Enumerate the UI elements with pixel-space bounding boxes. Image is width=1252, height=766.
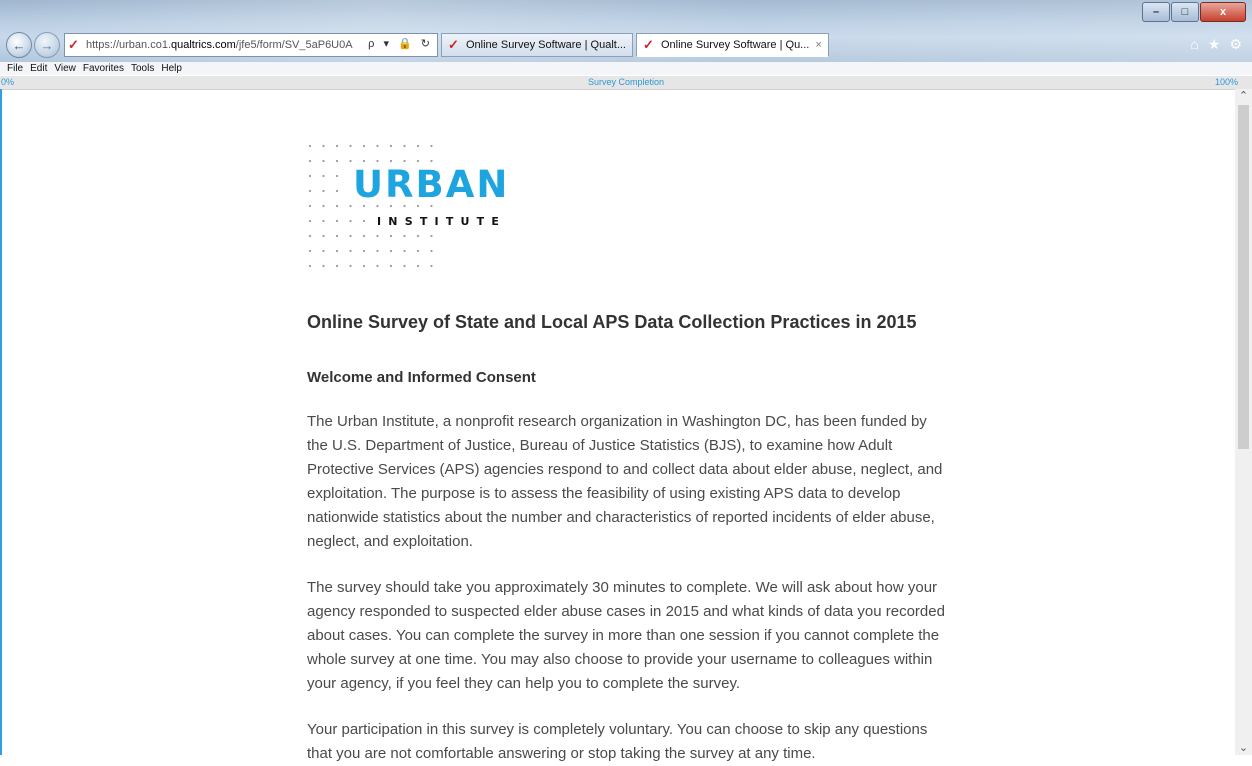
url-prefix: https://urban.co1. bbox=[86, 39, 171, 51]
settings-gear-icon[interactable]: ⚙ bbox=[1229, 36, 1242, 53]
url-path: /jfe5/form/SV_5aP6U0A bbox=[235, 39, 353, 51]
url-domain: qualtrics.com bbox=[171, 39, 236, 51]
scroll-up-arrow-icon[interactable]: ⌃ bbox=[1235, 89, 1252, 103]
tab-online-survey-1[interactable]: ✓ Online Survey Software | Qualt... bbox=[441, 33, 633, 57]
minimize-button[interactable]: – bbox=[1142, 2, 1170, 22]
window-controls: – □ x bbox=[1142, 2, 1246, 22]
url-text: https://urban.co1.qualtrics.com/jfe5/for… bbox=[86, 39, 353, 51]
logo-graphic: URBAN INSTITUTE bbox=[308, 144, 509, 268]
tab-online-survey-2[interactable]: ✓ Online Survey Software | Qu... × bbox=[635, 33, 829, 57]
intro-paragraph-1: The Urban Institute, a nonprofit researc… bbox=[307, 413, 943, 550]
favorites-star-icon[interactable]: ★ bbox=[1208, 36, 1221, 53]
menu-help[interactable]: Help bbox=[161, 63, 182, 74]
survey-progress-bar: 0% Survey Completion 100% bbox=[0, 76, 1252, 90]
maximize-button[interactable]: □ bbox=[1171, 2, 1199, 22]
browser-chrome: – □ x ← → ✓ https://urban.co1.qualtrics.… bbox=[0, 0, 1252, 62]
intro-paragraph-2: The survey should take you approximately… bbox=[307, 579, 945, 692]
close-window-button[interactable]: x bbox=[1200, 2, 1246, 22]
qualtrics-favicon-icon: ✓ bbox=[68, 37, 79, 52]
address-bar[interactable]: ✓ https://urban.co1.qualtrics.com/jfe5/f… bbox=[64, 33, 438, 57]
urban-institute-logo: URBAN INSTITUTE bbox=[307, 143, 527, 278]
menu-favorites[interactable]: Favorites bbox=[83, 63, 124, 74]
tab-close-icon[interactable]: × bbox=[815, 39, 821, 51]
page-scrollbar[interactable]: ⌃ ⌄ bbox=[1235, 89, 1252, 755]
back-arrow-icon: ← bbox=[12, 37, 26, 53]
forward-arrow-icon: → bbox=[40, 37, 54, 53]
qualtrics-tab-icon: ✓ bbox=[642, 37, 654, 52]
progress-center-label: Survey Completion bbox=[587, 77, 665, 87]
qualtrics-tab-icon: ✓ bbox=[448, 37, 459, 52]
home-icon[interactable]: ⌂ bbox=[1190, 36, 1198, 53]
forward-button[interactable]: → bbox=[34, 32, 60, 58]
scrollbar-thumb[interactable] bbox=[1238, 105, 1249, 449]
navigation-row: ← → ✓ https://urban.co1.qualtrics.com/jf… bbox=[6, 32, 829, 58]
tab-label: Online Survey Software | Qu... bbox=[660, 39, 810, 51]
survey-title: Online Survey of State and Local APS Dat… bbox=[307, 312, 917, 332]
intro-paragraph-3: Your participation in this survey is com… bbox=[307, 721, 928, 762]
address-tools[interactable]: ρ ▾ 🔒 ↻ bbox=[368, 37, 433, 50]
menu-tools[interactable]: Tools bbox=[131, 63, 154, 74]
browser-toolbar-icons: ⌂ ★ ⚙ bbox=[1190, 36, 1242, 53]
survey-content: Online Survey of State and Local APS Dat… bbox=[307, 290, 947, 766]
back-button[interactable]: ← bbox=[6, 32, 32, 58]
menu-file[interactable]: File bbox=[7, 63, 23, 74]
logo-word-institute: INSTITUTE bbox=[377, 215, 506, 228]
tab-label: Online Survey Software | Qualt... bbox=[466, 39, 626, 51]
section-heading: Welcome and Informed Consent bbox=[307, 369, 536, 386]
scroll-down-arrow-icon[interactable]: ⌄ bbox=[1235, 741, 1252, 755]
menu-view[interactable]: View bbox=[54, 63, 76, 74]
menu-edit[interactable]: Edit bbox=[30, 63, 47, 74]
logo-word-urban: URBAN bbox=[353, 163, 509, 206]
menu-bar: File Edit View Favorites Tools Help bbox=[0, 62, 1252, 75]
progress-end-label: 100% bbox=[1214, 77, 1238, 87]
